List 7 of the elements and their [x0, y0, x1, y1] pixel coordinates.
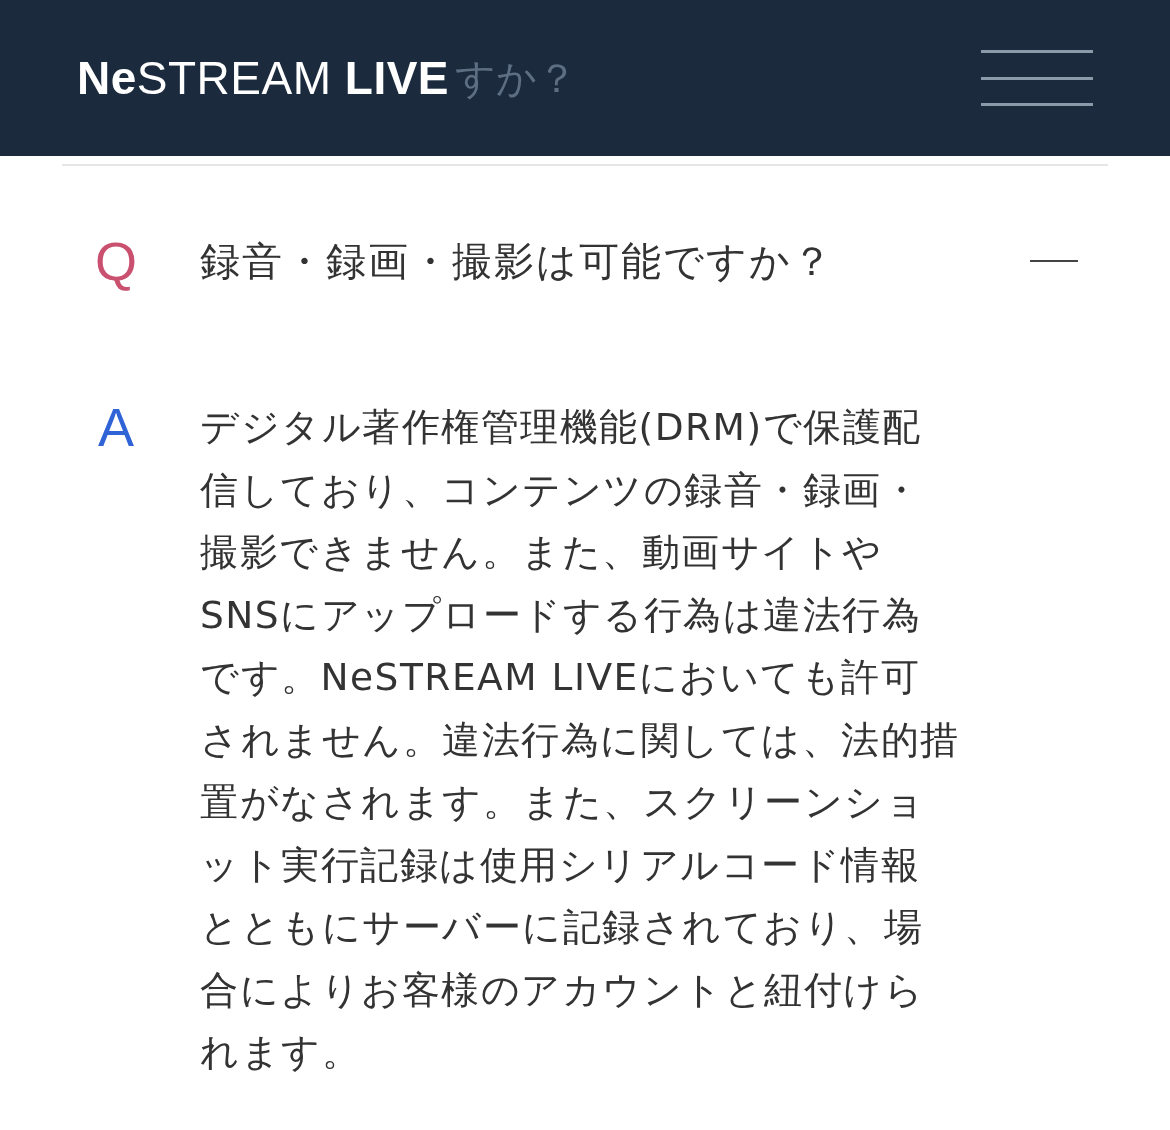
question-text[interactable]: 録音・録画・撮影は可能ですか？	[200, 233, 834, 289]
menu-icon[interactable]	[981, 50, 1093, 106]
question-mark: Q	[94, 230, 138, 292]
faded-question-text: すか？	[455, 53, 578, 103]
logo[interactable]: NeSTREAM LIVE	[77, 51, 450, 105]
answer-mark: A	[97, 396, 135, 458]
answer-text: デジタル著作権管理機能(DRM)で保護配信しており、コンテンツの録音・録画・撮影できません。また、動画サイトやSNSにアップロードする行為は違法行為です。NeSTREAM LIVEにおいても許可されません。違法行為に関しては、法的措置がなされます。また、スクリーンショット実行記録は使用シリアルコード情報とともにサーバーに記録されており、場合によりお客様のアカウントと紐付けられます。	[200, 404, 960, 1076]
